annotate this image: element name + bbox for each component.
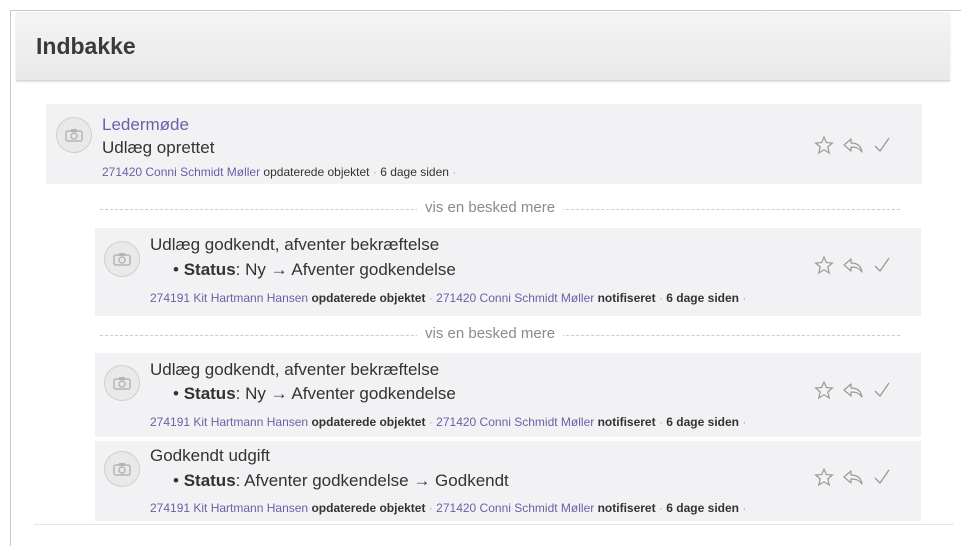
message-actions: [814, 380, 894, 404]
check-icon[interactable]: [872, 255, 892, 280]
message-meta: 274191 Kit Hartmann Hansen opdaterede ob…: [150, 415, 747, 429]
reply-icon[interactable]: [842, 255, 864, 280]
status-value: : Afventer godkendelse → Godkendt: [235, 471, 509, 490]
user-link[interactable]: 274191 Kit Hartmann Hansen: [150, 501, 308, 515]
avatar: [104, 451, 140, 487]
show-more-divider: vis en besked mere: [100, 325, 900, 345]
message-title: Godkendt udgift: [150, 446, 271, 465]
message-meta: 274191 Kit Hartmann Hansen opdaterede ob…: [150, 291, 747, 305]
star-icon[interactable]: [814, 380, 834, 405]
meta-action: notifiseret: [597, 291, 656, 305]
message-title-link[interactable]: Ledermøde: [102, 115, 189, 135]
message-item[interactable]: Udlæg godkendt, afventer bekræftelse • S…: [95, 228, 921, 316]
meta-action: notifiseret: [597, 415, 656, 429]
camera-icon: [113, 253, 131, 266]
camera-icon: [113, 463, 131, 476]
status-label: Status: [183, 384, 236, 403]
user-link[interactable]: 271420 Conni Schmidt Møller: [436, 291, 594, 305]
message-meta: 271420 Conni Schmidt Møller opdaterede o…: [102, 165, 457, 179]
message-title: Udlæg godkendt, afventer bekræftelse: [150, 360, 440, 379]
show-more-divider: vis en besked mere: [100, 199, 900, 219]
user-link[interactable]: 271420 Conni Schmidt Møller: [436, 501, 594, 515]
camera-icon: [65, 129, 83, 142]
status-value: : Ny → Afventer godkendelse: [235, 384, 456, 403]
message-item[interactable]: Udlæg godkendt, afventer bekræftelse • S…: [95, 353, 921, 437]
reply-icon[interactable]: [842, 135, 864, 160]
message-item[interactable]: Godkendt udgift • Status: Afventer godke…: [95, 441, 921, 521]
message-actions: [814, 135, 894, 159]
status-change: • Status: Ny → Afventer godkendelse: [173, 260, 456, 279]
meta-action: opdaterede objektet: [311, 291, 426, 305]
meta-action: notifiseret: [597, 501, 656, 515]
user-link[interactable]: 271420 Conni Schmidt Møller: [102, 165, 260, 179]
meta-time: 6 dage siden: [666, 291, 739, 305]
meta-action: opdaterede objektet: [263, 165, 370, 179]
reply-icon[interactable]: [842, 380, 864, 405]
page-title: Indbakke: [36, 33, 136, 59]
inbox-header: Indbakke: [16, 12, 950, 81]
avatar: [104, 365, 140, 401]
avatar: [56, 117, 92, 153]
user-link[interactable]: 274191 Kit Hartmann Hansen: [150, 291, 308, 305]
user-link[interactable]: 274191 Kit Hartmann Hansen: [150, 415, 308, 429]
divider: [34, 524, 954, 525]
star-icon[interactable]: [814, 467, 834, 492]
camera-icon: [113, 377, 131, 390]
check-icon[interactable]: [872, 380, 892, 405]
status-change: • Status: Ny → Afventer godkendelse: [173, 384, 456, 403]
message-actions: [814, 255, 894, 279]
star-icon[interactable]: [814, 135, 834, 160]
message-title: Udlæg godkendt, afventer bekræftelse: [150, 235, 440, 254]
meta-time: 6 dage siden: [666, 415, 739, 429]
avatar: [104, 241, 140, 277]
meta-time: 6 dage siden: [666, 501, 739, 515]
status-value: : Ny → Afventer godkendelse: [235, 260, 456, 279]
message-meta: 274191 Kit Hartmann Hansen opdaterede ob…: [150, 501, 747, 515]
show-more-link[interactable]: vis en besked mere: [417, 325, 564, 342]
message-item[interactable]: Ledermøde Udlæg oprettet 271420 Conni Sc…: [46, 104, 922, 184]
meta-time: 6 dage siden: [380, 165, 449, 179]
message-subtitle: Udlæg oprettet: [102, 138, 215, 157]
star-icon[interactable]: [814, 255, 834, 280]
reply-icon[interactable]: [842, 467, 864, 492]
status-label: Status: [183, 260, 236, 279]
meta-action: opdaterede objektet: [311, 501, 426, 515]
check-icon[interactable]: [872, 467, 892, 492]
status-change: • Status: Afventer godkendelse → Godkend…: [173, 471, 509, 490]
user-link[interactable]: 271420 Conni Schmidt Møller: [436, 415, 594, 429]
show-more-link[interactable]: vis en besked mere: [417, 199, 564, 216]
meta-action: opdaterede objektet: [311, 415, 426, 429]
message-actions: [814, 467, 894, 491]
check-icon[interactable]: [872, 135, 892, 160]
status-label: Status: [183, 471, 236, 490]
